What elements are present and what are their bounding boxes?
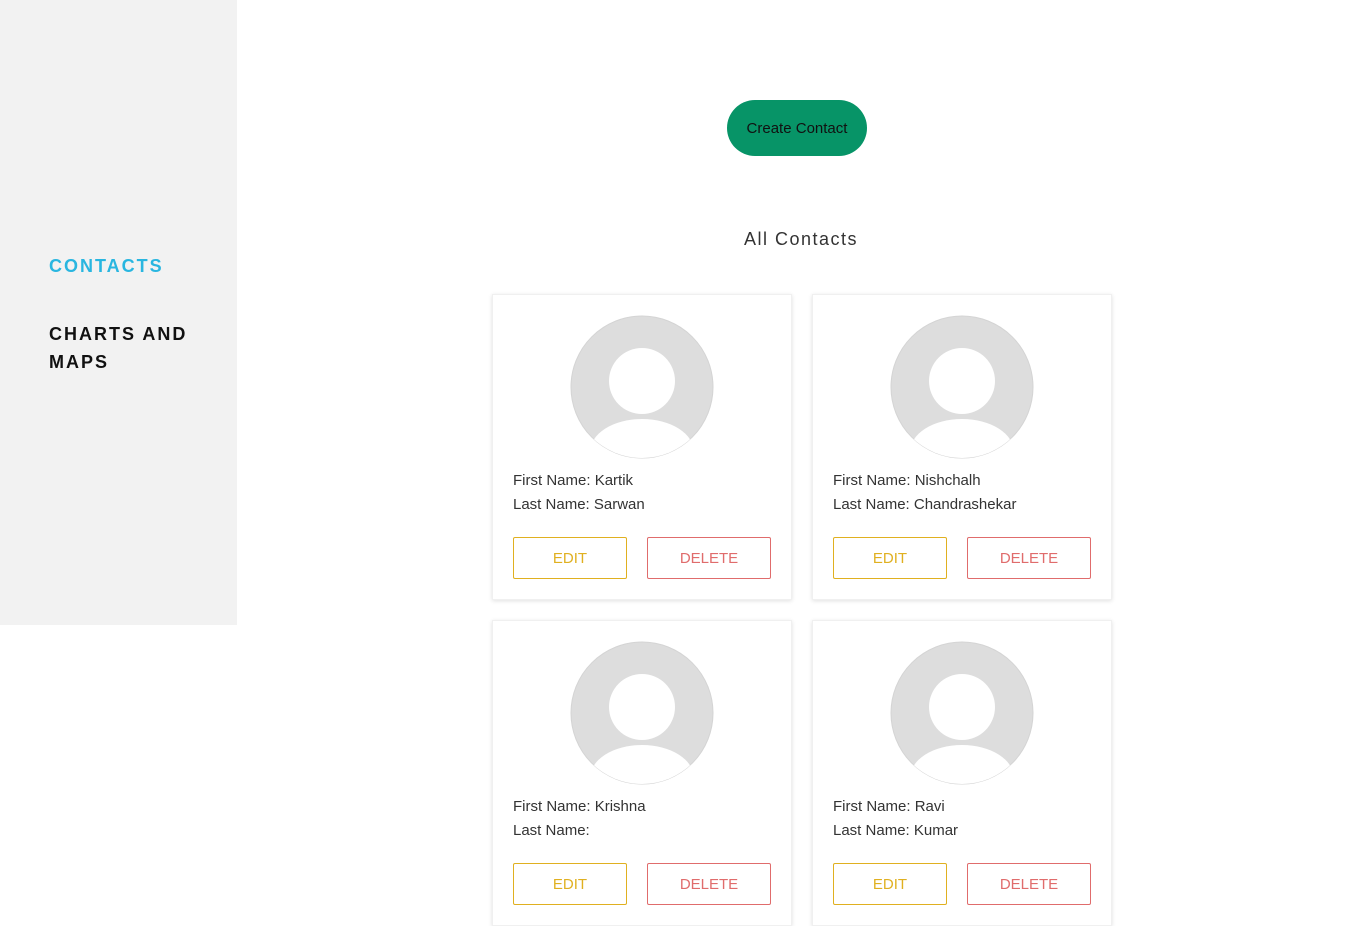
edit-button[interactable]: EDIT	[833, 537, 947, 579]
edit-button[interactable]: EDIT	[513, 537, 627, 579]
user-avatar-icon	[890, 641, 1034, 785]
sidebar: CONTACTS CHARTS AND MAPS	[0, 0, 237, 625]
last-name-field: Last Name: Chandrashekar	[833, 496, 1017, 513]
sidebar-item-charts-and-maps[interactable]: CHARTS AND MAPS	[49, 320, 209, 376]
delete-button[interactable]: DELETE	[647, 537, 771, 579]
user-avatar-icon	[570, 315, 714, 459]
last-name-field: Last Name: Sarwan	[513, 496, 645, 513]
user-avatar-icon	[570, 641, 714, 785]
contact-card: First Name: Kartik Last Name: Sarwan EDI…	[492, 294, 792, 600]
first-name-field: First Name: Nishchalh	[833, 472, 981, 489]
first-name-value: Kartik	[594, 472, 634, 489]
contact-card: First Name: Krishna Last Name: EDIT DELE…	[492, 620, 792, 926]
delete-button[interactable]: DELETE	[967, 863, 1091, 905]
create-contact-button[interactable]: Create Contact	[727, 100, 867, 156]
first-name-field: First Name: Ravi	[833, 798, 945, 815]
delete-button[interactable]: DELETE	[967, 537, 1091, 579]
first-name-value: Ravi	[914, 798, 945, 815]
edit-button[interactable]: EDIT	[513, 863, 627, 905]
sidebar-item-contacts[interactable]: CONTACTS	[49, 252, 164, 280]
delete-button[interactable]: DELETE	[647, 863, 771, 905]
contact-card: First Name: Nishchalh Last Name: Chandra…	[812, 294, 1112, 600]
first-name-value: Krishna	[594, 798, 646, 815]
last-name-value: Kumar	[913, 822, 959, 839]
last-name-field: Last Name:	[513, 822, 590, 839]
contact-card: First Name: Ravi Last Name: Kumar EDIT D…	[812, 620, 1112, 926]
first-name-value: Nishchalh	[914, 472, 981, 489]
last-name-value: Sarwan	[593, 496, 645, 513]
last-name-value: Chandrashekar	[913, 496, 1017, 513]
first-name-field: First Name: Kartik	[513, 472, 634, 489]
edit-button[interactable]: EDIT	[833, 863, 947, 905]
user-avatar-icon	[890, 315, 1034, 459]
page-title: All Contacts	[743, 229, 859, 249]
first-name-field: First Name: Krishna	[513, 798, 646, 815]
last-name-field: Last Name: Kumar	[833, 822, 959, 839]
